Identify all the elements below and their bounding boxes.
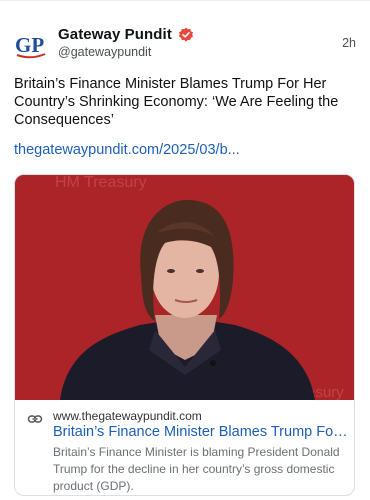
svg-text:HM Treasury: HM Treasury: [55, 175, 147, 191]
link-preview-description: Britain’s Finance Minister is blaming Pr…: [53, 445, 340, 493]
author-name[interactable]: Gateway Pundit: [58, 26, 172, 43]
author-row: Gateway Pundit: [58, 26, 194, 43]
link-preview-card[interactable]: HM Treasury asury www.thegatewaypundit.c…: [14, 174, 355, 496]
post-card[interactable]: GP Gateway Pundit @gatewaypundit 2h Brit…: [0, 0, 370, 500]
verified-badge-icon: [178, 27, 194, 43]
svg-text:GP: GP: [15, 33, 44, 57]
post-link[interactable]: thegatewaypundit.com/2025/03/b...: [14, 142, 240, 158]
gateway-pundit-logo: GP: [15, 33, 46, 59]
post-timestamp[interactable]: 2h: [342, 36, 356, 50]
avatar[interactable]: GP: [14, 27, 48, 61]
author-handle[interactable]: @gatewaypundit: [58, 45, 151, 59]
link-preview-image: HM Treasury asury: [15, 175, 354, 400]
post-text: Britain’s Finance Minister Blames Trump …: [14, 76, 339, 128]
link-preview-domain: www.thegatewaypundit.com: [53, 409, 202, 423]
link-preview-title[interactable]: Britain’s Finance Minister Blames Trump …: [53, 424, 349, 440]
link-icon: [27, 411, 43, 427]
link-preview-meta: www.thegatewaypundit.com Britain’s Finan…: [15, 400, 354, 495]
